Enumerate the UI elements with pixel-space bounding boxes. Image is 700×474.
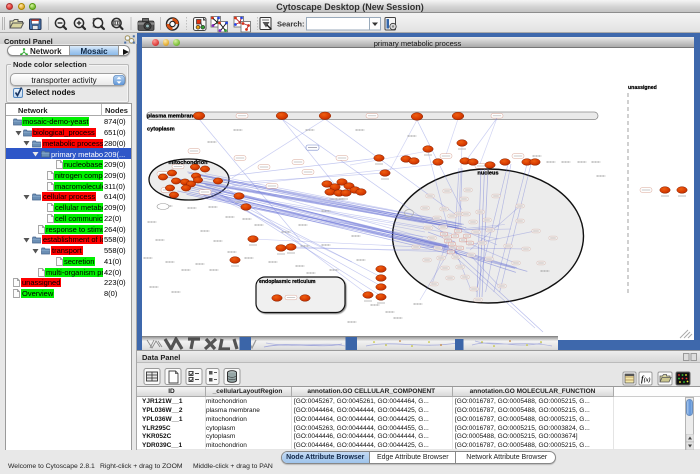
svg-text:unassigned: unassigned <box>628 85 657 91</box>
svg-text:mitochondrion: mitochondrion <box>168 160 208 166</box>
svg-text:nucleus: nucleus <box>477 171 498 177</box>
svg-text:plasma membrane: plasma membrane <box>147 114 196 120</box>
svg-text:Search:: Search: <box>277 20 305 29</box>
svg-text:endoplasmic reticulum: endoplasmic reticulum <box>259 279 316 285</box>
svg-text:cytoplasm: cytoplasm <box>147 127 175 133</box>
